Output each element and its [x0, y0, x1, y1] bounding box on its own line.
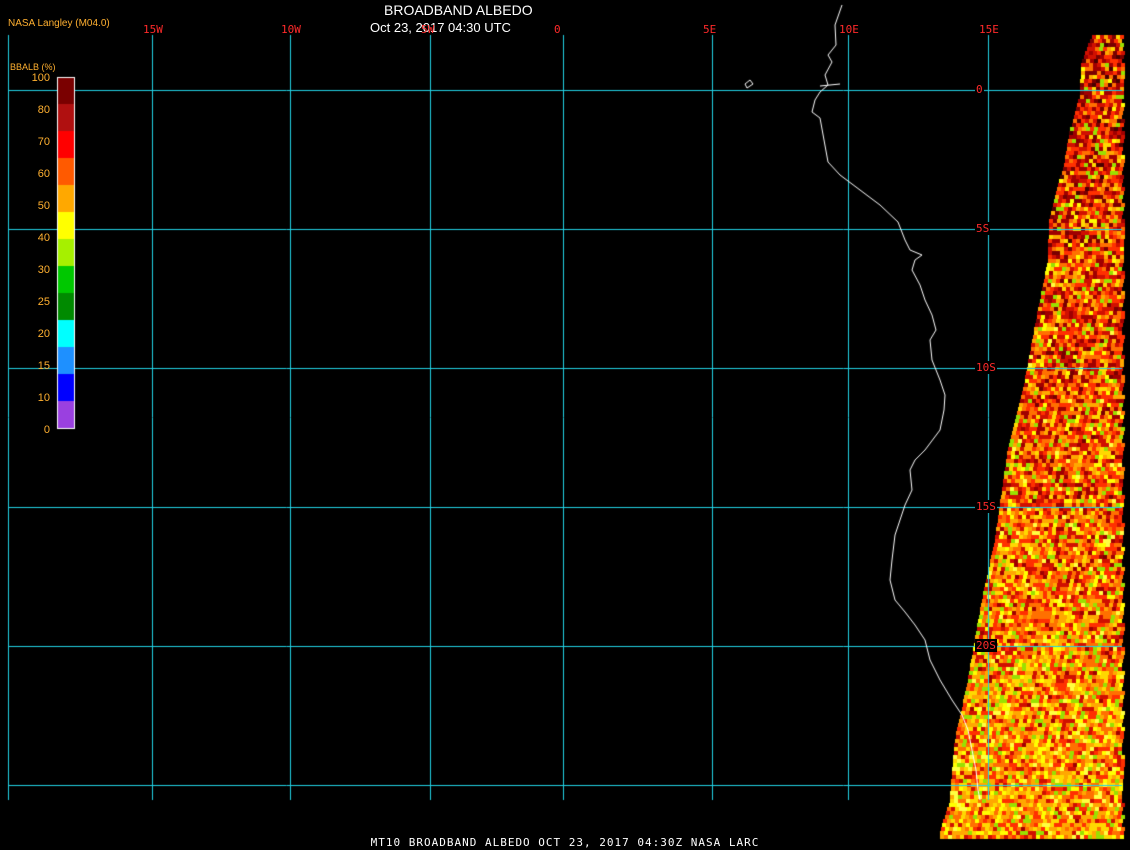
colorbar-label: 50 — [37, 200, 50, 212]
longitude-tick: 15W — [143, 23, 163, 36]
latitude-tick: 20S — [975, 639, 997, 652]
colorbar-label: 60 — [37, 168, 50, 180]
colorbar-label: 100 — [31, 72, 50, 84]
albedo-map-canvas — [0, 0, 1130, 850]
colorbar-label: 10 — [37, 392, 50, 404]
footer-caption: MT10 BROADBAND ALBEDO OCT 23, 2017 04:30… — [370, 836, 760, 849]
latitude-tick: 15S — [975, 500, 997, 513]
colorbar-label: 30 — [37, 264, 50, 276]
colorbar-label: 70 — [37, 136, 50, 148]
longitude-tick: 10W — [281, 23, 301, 36]
longitude-tick: 5E — [703, 23, 717, 36]
colorbar-label: 80 — [37, 104, 50, 116]
colorbar-label: 40 — [37, 232, 50, 244]
colorbar-title: BBALB (%) — [10, 62, 56, 72]
longitude-tick: 15E — [979, 23, 999, 36]
colorbar-label: 0 — [43, 424, 50, 436]
latitude-tick: 5S — [975, 222, 991, 235]
latitude-tick: 10S — [975, 361, 997, 374]
colorbar-label: 20 — [37, 328, 50, 340]
latitude-tick: 0 — [975, 83, 984, 96]
credit-label: NASA Langley (M04.0) — [8, 18, 110, 29]
longitude-tick: 10E — [839, 23, 859, 36]
map-title: BROADBAND ALBEDO — [384, 2, 533, 18]
map-datetime: Oct 23, 2017 04:30 UTC — [370, 20, 511, 35]
longitude-tick: 5W — [421, 23, 435, 36]
colorbar-label: 25 — [37, 296, 50, 308]
longitude-tick: 0 — [554, 23, 561, 36]
colorbar-label: 15 — [37, 360, 50, 372]
